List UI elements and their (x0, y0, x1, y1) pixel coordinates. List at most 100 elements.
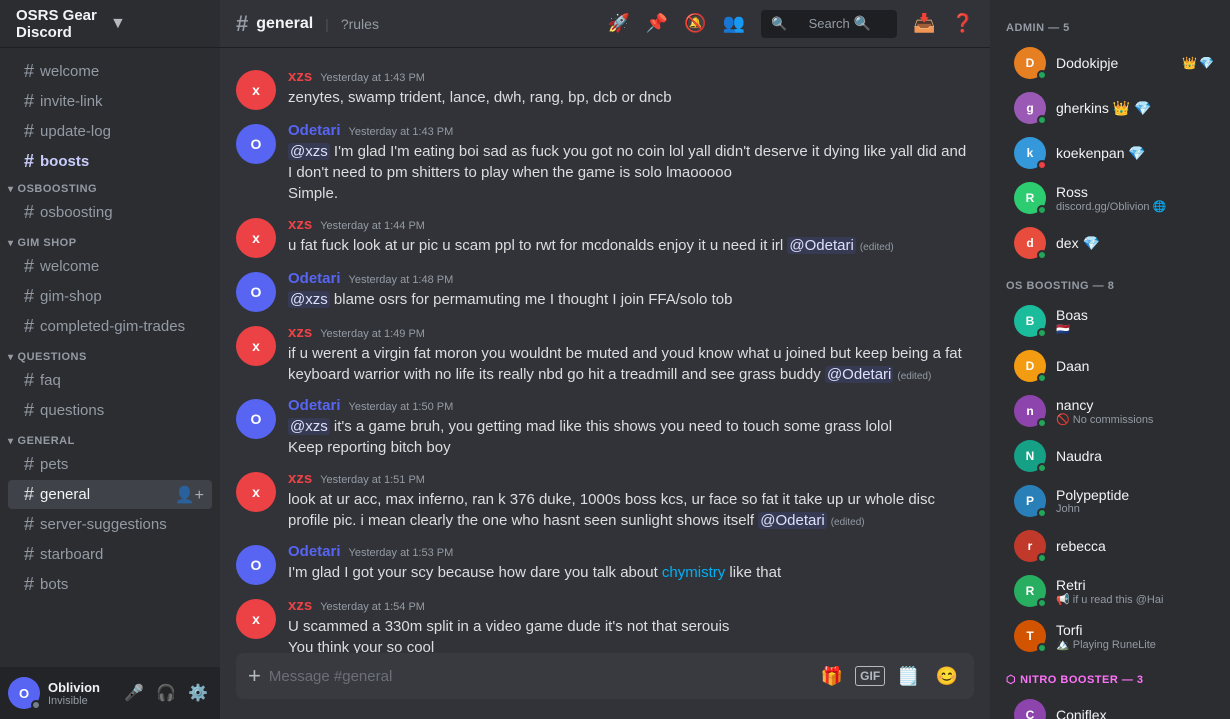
member-info: Daan (1056, 358, 1214, 374)
member-sub: discord.gg/Oblivion 🌐 (1056, 200, 1214, 213)
mention: @xzs (288, 143, 330, 160)
member-item[interactable]: d dex 💎 (998, 221, 1222, 265)
channel-item-update-log[interactable]: # update-log (8, 117, 212, 146)
status-dot (1037, 598, 1047, 608)
search-label: Search (809, 16, 850, 31)
section-header-gim-shop[interactable]: ▾ GIM SHOP (0, 231, 220, 251)
member-info: Polypeptide John (1056, 487, 1214, 515)
section-header-admin: ADMIN — 5 (990, 16, 1230, 40)
attach-button[interactable]: + (248, 653, 261, 699)
avatar: O (8, 677, 40, 709)
channel-label: update-log (40, 123, 111, 140)
boost-icon[interactable]: 🚀 (607, 13, 629, 34)
channel-item-gim-shop[interactable]: # gim-shop (8, 282, 212, 311)
user-controls: 🎤 🎧 ⚙️ (120, 679, 212, 707)
search-icon: 🔍 (854, 15, 887, 32)
member-item[interactable]: k koekenpan 💎 (998, 131, 1222, 175)
members-icon[interactable]: 👥 (723, 13, 745, 34)
add-members-icon[interactable]: 👤+ (175, 485, 204, 505)
help-icon[interactable]: ❓ (952, 13, 974, 34)
hash-icon: # (24, 91, 34, 112)
channel-item-bots[interactable]: # bots (8, 570, 212, 599)
member-name: Dodokipje (1056, 55, 1182, 71)
member-info: nancy 🚫 No commissions (1056, 397, 1214, 426)
channel-item-completed-gim-trades[interactable]: # completed-gim-trades (8, 312, 212, 341)
server-header[interactable]: OSRS Gear Discord ▼ (0, 0, 220, 48)
mic-button[interactable]: 🎤 (120, 679, 148, 707)
message-time: Yesterday at 1:43 PM (320, 72, 425, 84)
member-item-retri[interactable]: R Retri 📢 if u read this @Hai (998, 569, 1222, 613)
avatar-initials: O (19, 686, 29, 701)
section-header-general[interactable]: ▾ GENERAL (0, 429, 220, 449)
status-dot (1037, 553, 1047, 563)
member-item-naudra[interactable]: N Naudra (998, 434, 1222, 478)
section-header-osboosting[interactable]: ▾ OSBOOSTING (0, 177, 220, 197)
section-header-questions[interactable]: ▾ QUESTIONS (0, 345, 220, 365)
username: Oblivion (48, 680, 120, 695)
member-item-daan[interactable]: D Daan (998, 344, 1222, 388)
channel-item-welcome[interactable]: # welcome (8, 57, 212, 86)
channel-item-invite-link[interactable]: # invite-link (8, 87, 212, 116)
search-bar[interactable]: 🔍 Search 🔍 (761, 10, 897, 38)
user-area: O Oblivion Invisible 🎤 🎧 ⚙️ (0, 667, 220, 719)
channel-hash-icon: # (236, 11, 248, 37)
message-header: xzs Yesterday at 1:49 PM (288, 324, 974, 341)
hash-icon: # (24, 151, 34, 172)
channel-item-starboard[interactable]: # starboard (8, 540, 212, 569)
message-group: O Odetari Yesterday at 1:53 PM I'm glad … (220, 539, 990, 589)
channel-item-server-suggestions[interactable]: # server-suggestions (8, 510, 212, 539)
message-header: xzs Yesterday at 1:43 PM (288, 68, 974, 85)
gift-button[interactable]: 🎁 (817, 662, 847, 691)
headset-button[interactable]: 🎧 (152, 679, 180, 707)
member-name: Torfi (1056, 622, 1214, 638)
hash-icon: # (24, 121, 34, 142)
member-item-nancy[interactable]: n nancy 🚫 No commissions (998, 389, 1222, 433)
channel-item-boosts[interactable]: # boosts (8, 147, 212, 176)
member-item-boas[interactable]: B Boas 🇳🇱 (998, 299, 1222, 343)
member-item-polypeptide[interactable]: P Polypeptide John (998, 479, 1222, 523)
member-item-coniflex[interactable]: C Coniflex (998, 693, 1222, 719)
channel-item-general[interactable]: # general 👤+ (8, 480, 212, 509)
member-item[interactable]: D Dodokipje 👑 💎 (998, 41, 1222, 85)
gif-button[interactable]: GIF (855, 666, 885, 686)
settings-button[interactable]: ⚙️ (184, 679, 212, 707)
pin-icon[interactable]: 📌 (646, 13, 668, 34)
channel-item-questions[interactable]: # questions (8, 396, 212, 425)
sidebar: OSRS Gear Discord ▼ # welcome # invite-l… (0, 0, 220, 719)
avatar: O (236, 399, 276, 439)
member-name: Polypeptide (1056, 487, 1214, 503)
message-text: u fat fuck look at ur pic u scam ppl to … (288, 235, 974, 256)
channel-item-gim-welcome[interactable]: # welcome (8, 252, 212, 281)
member-name: rebecca (1056, 538, 1214, 554)
member-name: Retri (1056, 577, 1214, 593)
member-avatar: C (1014, 699, 1046, 719)
sticker-button[interactable]: 🗒️ (893, 662, 923, 691)
rules-label[interactable]: ?rules (341, 16, 379, 32)
hash-icon: # (24, 400, 34, 421)
members-sidebar: ADMIN — 5 D Dodokipje 👑 💎 g gherkins 👑 💎… (990, 0, 1230, 719)
section-osboosting: ▾ OSBOOSTING # osboosting (0, 177, 220, 227)
member-item-torfi[interactable]: T Torfi 🏔️ Playing RuneLite (998, 614, 1222, 658)
channel-item-pets[interactable]: # pets (8, 450, 212, 479)
message-content: xzs Yesterday at 1:49 PM if u werent a v… (288, 324, 974, 385)
channel-label: general (40, 486, 90, 503)
member-avatar: P (1014, 485, 1046, 517)
inbox-icon[interactable]: 📥 (913, 13, 935, 34)
message-input[interactable] (269, 657, 817, 696)
member-info: rebecca (1056, 538, 1214, 554)
emoji-button[interactable]: 😊 (932, 662, 962, 691)
dnd-icon[interactable]: 🔕 (684, 13, 706, 34)
server-name: OSRS Gear Discord (16, 7, 110, 41)
channel-item-osboosting[interactable]: # osboosting (8, 198, 212, 227)
member-item[interactable]: R Ross discord.gg/Oblivion 🌐 (998, 176, 1222, 220)
avatar: O (236, 545, 276, 585)
status-dot (1037, 328, 1047, 338)
avatar: O (236, 272, 276, 312)
avatar: x (236, 599, 276, 639)
message-header: Odetari Yesterday at 1:50 PM (288, 397, 974, 414)
member-item-rebecca[interactable]: r rebecca (998, 524, 1222, 568)
channel-item-faq[interactable]: # faq (8, 366, 212, 395)
edited-label: (edited) (860, 242, 894, 253)
status-dot (1037, 418, 1047, 428)
member-item[interactable]: g gherkins 👑 💎 (998, 86, 1222, 130)
